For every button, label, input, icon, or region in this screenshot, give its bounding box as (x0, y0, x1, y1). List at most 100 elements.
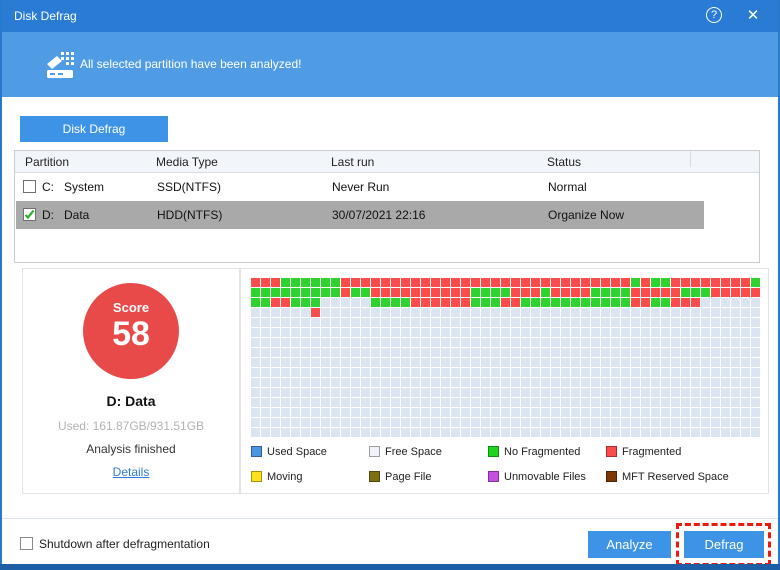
help-icon[interactable]: ? (706, 7, 722, 23)
map-cell (661, 288, 670, 297)
map-cell (411, 368, 420, 377)
map-cell (721, 428, 730, 437)
map-cell (321, 318, 330, 327)
map-cell (301, 428, 310, 437)
map-cell (651, 278, 660, 287)
map-cell (701, 418, 710, 427)
analyze-button[interactable]: Analyze (588, 531, 671, 558)
map-cell (511, 408, 520, 417)
map-cell (291, 418, 300, 427)
map-cell (451, 308, 460, 317)
map-cell (301, 408, 310, 417)
map-cell (371, 428, 380, 437)
map-cell (561, 288, 570, 297)
map-cell (461, 298, 470, 307)
map-cell (611, 388, 620, 397)
map-cell (611, 348, 620, 357)
legend-swatch (606, 446, 617, 457)
map-cell (261, 348, 270, 357)
map-cell (271, 338, 280, 347)
map-cell (511, 338, 520, 347)
disk-defrag-window: Disk Defrag ? ✕ All selected partition h… (0, 0, 780, 570)
map-cell (651, 398, 660, 407)
map-cell (631, 338, 640, 347)
map-cell (281, 398, 290, 407)
map-cell (581, 288, 590, 297)
map-cell (621, 368, 630, 377)
defrag-button[interactable]: Defrag (684, 531, 764, 558)
map-cell (351, 338, 360, 347)
partition-checkbox[interactable] (23, 180, 36, 193)
map-cell (281, 318, 290, 327)
map-cell (391, 428, 400, 437)
map-cell (661, 408, 670, 417)
table-row[interactable]: D:DataHDD(NTFS)30/07/2021 22:16Organize … (16, 201, 704, 229)
column-header-last-run[interactable]: Last run (331, 151, 374, 173)
map-cell (501, 358, 510, 367)
map-cell (371, 338, 380, 347)
map-cell (411, 408, 420, 417)
map-cell (631, 318, 640, 327)
map-cell (251, 358, 260, 367)
map-cell (431, 308, 440, 317)
map-cell (461, 338, 470, 347)
map-cell (281, 428, 290, 437)
shutdown-checkbox[interactable] (20, 537, 33, 550)
map-cell (461, 278, 470, 287)
map-cell (701, 378, 710, 387)
map-cell (441, 298, 450, 307)
map-cell (751, 288, 760, 297)
map-cell (461, 408, 470, 417)
partition-table: Partition Media Type Last run Status C:S… (14, 150, 760, 263)
map-cell (681, 278, 690, 287)
map-cell (741, 308, 750, 317)
map-cell (341, 408, 350, 417)
map-cell (471, 308, 480, 317)
map-cell (631, 418, 640, 427)
column-header-media-type[interactable]: Media Type (156, 151, 218, 173)
legend-label: Moving (267, 471, 302, 483)
map-cell (521, 328, 530, 337)
map-cell (611, 428, 620, 437)
table-row[interactable]: C:SystemSSD(NTFS)Never RunNormal (16, 173, 704, 201)
map-cell (361, 338, 370, 347)
map-cell (701, 398, 710, 407)
map-cell (691, 358, 700, 367)
map-cell (291, 308, 300, 317)
map-cell (471, 278, 480, 287)
map-cell (661, 328, 670, 337)
map-cell (351, 398, 360, 407)
close-icon[interactable]: ✕ (744, 7, 762, 25)
tab-disk-defrag[interactable]: Disk Defrag (20, 116, 168, 142)
map-cell (391, 308, 400, 317)
map-cell (741, 428, 750, 437)
map-cell (471, 378, 480, 387)
map-cell (701, 298, 710, 307)
map-cell (531, 298, 540, 307)
map-cell (621, 328, 630, 337)
map-cell (581, 338, 590, 347)
map-cell (471, 398, 480, 407)
map-cell (321, 428, 330, 437)
map-cell (441, 278, 450, 287)
map-cell (361, 328, 370, 337)
map-cell (441, 308, 450, 317)
map-cell (661, 388, 670, 397)
legend-item: Unmovable Files (488, 471, 586, 484)
partition-checkbox[interactable] (23, 208, 36, 221)
map-cell (641, 348, 650, 357)
map-cell (621, 388, 630, 397)
map-cell (531, 288, 540, 297)
map-cell (481, 408, 490, 417)
map-cell (481, 348, 490, 357)
disk-icon (46, 51, 76, 86)
map-cell (551, 368, 560, 377)
map-cell (501, 298, 510, 307)
details-link[interactable]: Details (113, 465, 150, 479)
column-header-partition[interactable]: Partition (25, 151, 69, 173)
map-cell (691, 388, 700, 397)
map-cell (751, 388, 760, 397)
map-cell (281, 328, 290, 337)
map-cell (741, 358, 750, 367)
column-header-status[interactable]: Status (547, 151, 581, 173)
